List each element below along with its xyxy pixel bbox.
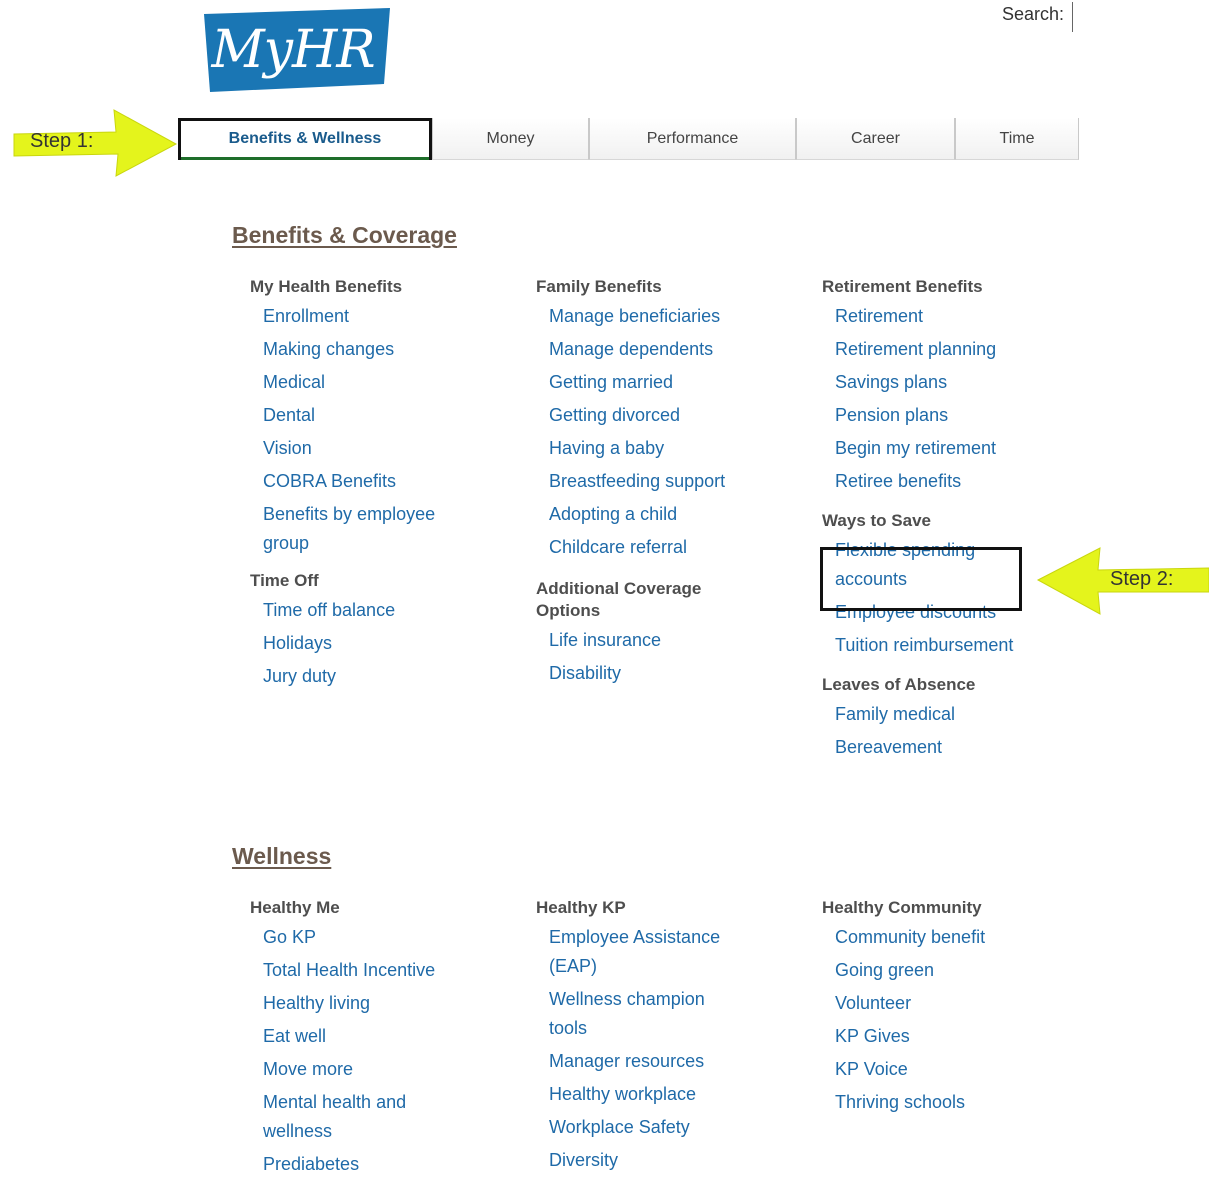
link-prediabetes[interactable]: Prediabetes xyxy=(263,1148,490,1181)
retirement-benefits-links: Retirement Retirement planning Savings p… xyxy=(835,300,1062,498)
link-retirement-planning[interactable]: Retirement planning xyxy=(835,333,1062,366)
group-title-additional-coverage-options: Additional Coverage Options xyxy=(536,579,702,620)
group-title-retirement-benefits: Retirement Benefits xyxy=(822,277,983,296)
link-making-changes[interactable]: Making changes xyxy=(263,333,490,366)
link-disability[interactable]: Disability xyxy=(549,657,776,690)
link-begin-my-retirement[interactable]: Begin my retirement xyxy=(835,432,1062,465)
step2-highlight-box xyxy=(820,547,1022,611)
wellness-column-1: Healthy Me Go KP Total Health Incentive … xyxy=(250,897,490,1181)
link-having-a-baby[interactable]: Having a baby xyxy=(549,432,776,465)
link-dental[interactable]: Dental xyxy=(263,399,490,432)
link-manage-dependents[interactable]: Manage dependents xyxy=(549,333,776,366)
healthy-community-links: Community benefit Going green Volunteer … xyxy=(835,921,1062,1119)
link-total-health-incentive[interactable]: Total Health Incentive xyxy=(263,954,490,987)
link-retirement[interactable]: Retirement xyxy=(835,300,1062,333)
link-move-more[interactable]: Move more xyxy=(263,1053,490,1086)
link-healthy-living[interactable]: Healthy living xyxy=(263,987,490,1020)
leaves-of-absence-links: Family medical Bereavement xyxy=(835,698,1062,764)
tab-performance[interactable]: Performance xyxy=(589,118,796,160)
link-time-off-balance[interactable]: Time off balance xyxy=(263,594,490,627)
link-cobra-benefits[interactable]: COBRA Benefits xyxy=(263,465,490,498)
healthy-kp-links: Employee Assistance (EAP) Wellness champ… xyxy=(549,921,776,1177)
link-savings-plans[interactable]: Savings plans xyxy=(835,366,1062,399)
time-off-links: Time off balance Holidays Jury duty xyxy=(263,594,490,693)
link-thriving-schools[interactable]: Thriving schools xyxy=(835,1086,1062,1119)
link-workplace-safety[interactable]: Workplace Safety xyxy=(549,1111,776,1144)
link-eat-well[interactable]: Eat well xyxy=(263,1020,490,1053)
wellness-column-2: Healthy KP Employee Assistance (EAP) Wel… xyxy=(536,897,776,1177)
link-diversity[interactable]: Diversity xyxy=(549,1144,776,1177)
search-label: Search: xyxy=(1002,4,1065,24)
my-health-benefits-links: Enrollment Making changes Medical Dental… xyxy=(263,300,490,560)
tab-time[interactable]: Time xyxy=(955,118,1079,160)
link-family-medical[interactable]: Family medical xyxy=(835,698,1062,731)
link-retiree-benefits[interactable]: Retiree benefits xyxy=(835,465,1062,498)
link-vision[interactable]: Vision xyxy=(263,432,490,465)
benefits-column-1: My Health Benefits Enrollment Making cha… xyxy=(250,276,490,693)
group-title-my-health-benefits: My Health Benefits xyxy=(250,277,403,296)
link-going-green[interactable]: Going green xyxy=(835,954,1062,987)
step2-label: Step 2: xyxy=(1110,568,1174,590)
group-title-healthy-kp: Healthy KP xyxy=(536,898,626,917)
tab-benefits-wellness[interactable]: Benefits & Wellness xyxy=(178,118,432,160)
link-pension-plans[interactable]: Pension plans xyxy=(835,399,1062,432)
link-benefits-by-employee-group[interactable]: Benefits by employee group xyxy=(263,498,478,560)
benefits-column-3: Retirement Benefits Retirement Retiremen… xyxy=(822,276,1062,764)
link-go-kp[interactable]: Go KP xyxy=(263,921,490,954)
logo-text: MyHR xyxy=(211,20,375,80)
link-kp-gives[interactable]: KP Gives xyxy=(835,1020,1062,1053)
group-title-family-benefits: Family Benefits xyxy=(536,277,662,296)
search-area: Search: xyxy=(1002,2,1074,32)
link-tuition-reimbursement[interactable]: Tuition reimbursement xyxy=(835,629,1062,662)
link-jury-duty[interactable]: Jury duty xyxy=(263,660,490,693)
link-getting-married[interactable]: Getting married xyxy=(549,366,776,399)
link-medical[interactable]: Medical xyxy=(263,366,490,399)
search-input[interactable] xyxy=(1072,2,1074,32)
wellness-column-3: Healthy Community Community benefit Goin… xyxy=(822,897,1062,1119)
link-volunteer[interactable]: Volunteer xyxy=(835,987,1062,1020)
section-title-wellness: Wellness xyxy=(232,843,332,869)
benefits-column-2: Family Benefits Manage beneficiaries Man… xyxy=(536,276,776,690)
group-title-healthy-me: Healthy Me xyxy=(250,898,340,917)
link-holidays[interactable]: Holidays xyxy=(263,627,490,660)
link-adopting-a-child[interactable]: Adopting a child xyxy=(549,498,776,531)
link-healthy-workplace[interactable]: Healthy workplace xyxy=(549,1078,776,1111)
link-breastfeeding-support[interactable]: Breastfeeding support xyxy=(549,465,776,498)
link-mental-health-and-wellness[interactable]: Mental health and wellness xyxy=(263,1086,443,1148)
step2-callout: Step 2: xyxy=(1036,546,1209,616)
group-title-ways-to-save: Ways to Save xyxy=(822,511,931,530)
link-childcare-referral[interactable]: Childcare referral xyxy=(549,531,776,564)
step1-callout: Step 1: xyxy=(8,108,178,178)
step1-label: Step 1: xyxy=(30,130,94,152)
group-title-time-off: Time Off xyxy=(250,571,319,590)
group-title-leaves-of-absence: Leaves of Absence xyxy=(822,675,976,694)
link-employee-assistance-eap[interactable]: Employee Assistance (EAP) xyxy=(549,921,749,983)
myhr-logo[interactable]: MyHR xyxy=(204,8,390,92)
link-kp-voice[interactable]: KP Voice xyxy=(835,1053,1062,1086)
link-life-insurance[interactable]: Life insurance xyxy=(549,624,776,657)
link-bereavement[interactable]: Bereavement xyxy=(835,731,1062,764)
additional-coverage-links: Life insurance Disability xyxy=(549,624,776,690)
healthy-me-links: Go KP Total Health Incentive Healthy liv… xyxy=(263,921,490,1181)
link-community-benefit[interactable]: Community benefit xyxy=(835,921,1062,954)
tab-money[interactable]: Money xyxy=(432,118,589,160)
link-getting-divorced[interactable]: Getting divorced xyxy=(549,399,776,432)
link-wellness-champion-tools[interactable]: Wellness champion tools xyxy=(549,983,739,1045)
link-manage-beneficiaries[interactable]: Manage beneficiaries xyxy=(549,300,776,333)
section-title-benefits-coverage: Benefits & Coverage xyxy=(232,222,457,248)
family-benefits-links: Manage beneficiaries Manage dependents G… xyxy=(549,300,776,564)
link-manager-resources[interactable]: Manager resources xyxy=(549,1045,776,1078)
tab-career[interactable]: Career xyxy=(796,118,955,160)
link-enrollment[interactable]: Enrollment xyxy=(263,300,490,333)
group-title-healthy-community: Healthy Community xyxy=(822,898,982,917)
